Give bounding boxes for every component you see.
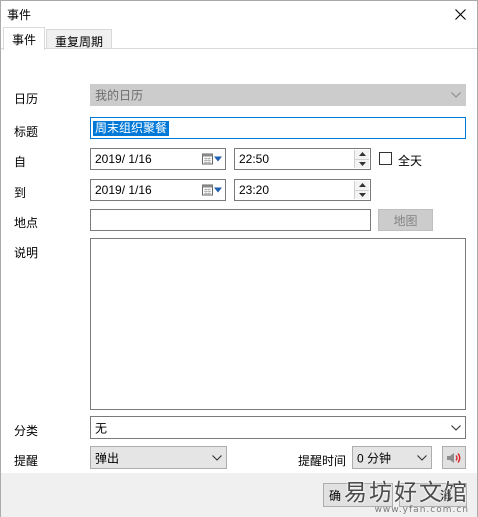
map-button-label: 地图 [393, 213, 418, 228]
from-label: 自 [14, 155, 27, 169]
title-bar: 事件 [1, 1, 477, 27]
all-day-label: 全天 [398, 154, 423, 168]
reminder-label: 提醒 [14, 454, 39, 468]
to-date-picker[interactable]: 2019/ 1/16 [90, 179, 226, 201]
category-value: 无 [95, 421, 108, 435]
to-time-up-button[interactable] [355, 181, 369, 190]
calendar-value: 我的日历 [95, 88, 144, 103]
tab-recurrence[interactable]: 重复周期 [46, 29, 113, 49]
calendar-icon [202, 153, 213, 165]
location-label: 地点 [14, 216, 39, 230]
from-time-stepper[interactable]: 22:50 [234, 148, 371, 170]
calendar-icon [202, 184, 213, 196]
title-value: 周末组织聚餐 [93, 121, 170, 136]
chevron-down-icon [451, 424, 461, 431]
arrow-up-icon [358, 183, 366, 188]
speaker-icon [447, 452, 461, 463]
chevron-down-icon [214, 156, 222, 162]
to-time-spin [354, 181, 369, 199]
to-time-down-button[interactable] [355, 189, 369, 199]
tab-event[interactable]: 事件 [3, 27, 46, 50]
title-label: 标题 [14, 125, 39, 139]
category-select[interactable]: 无 [90, 416, 466, 439]
chevron-down-icon [417, 454, 427, 461]
watermark: 易坊好文馆 www.yfan.com.cn [344, 473, 469, 515]
reminder-select[interactable]: 弹出 [90, 446, 227, 469]
sound-button[interactable] [442, 446, 466, 469]
to-time-stepper[interactable]: 23:20 [234, 179, 371, 201]
category-label: 分类 [14, 424, 39, 438]
from-date-dropdown[interactable] [202, 153, 222, 165]
reminder-time-select[interactable]: 0 分钟 [352, 446, 432, 469]
chevron-down-icon [214, 187, 222, 193]
event-dialog: 事件 事件 重复周期 日历 我的日历 标题 周末组织聚餐 自 2019/ 1/1… [0, 0, 478, 517]
chevron-down-icon [451, 92, 461, 98]
calendar-label: 日历 [14, 92, 39, 106]
map-button[interactable]: 地图 [378, 209, 433, 231]
event-panel: 日历 我的日历 标题 周末组织聚餐 自 2019/ 1/16 22:50 全天 … [1, 49, 477, 517]
tab-event-label: 事件 [12, 33, 37, 47]
from-time-up-button[interactable] [355, 150, 369, 159]
title-input[interactable]: 周末组织聚餐 [90, 117, 466, 139]
reminder-time-value: 0 分钟 [357, 451, 392, 465]
arrow-down-icon [358, 161, 366, 166]
to-time-value: 23:20 [239, 183, 270, 197]
from-time-value: 22:50 [239, 152, 270, 166]
chevron-down-icon [212, 454, 222, 461]
window-title: 事件 [7, 8, 32, 22]
watermark-text: 易坊好文馆 [344, 480, 469, 506]
reminder-time-label: 提醒时间 [298, 454, 347, 468]
from-time-down-button[interactable] [355, 158, 369, 168]
description-label: 说明 [14, 246, 39, 260]
to-label: 到 [14, 186, 27, 200]
close-icon [454, 8, 466, 20]
tab-recurrence-label: 重复周期 [55, 35, 104, 49]
arrow-down-icon [358, 192, 366, 197]
location-input[interactable] [90, 209, 371, 231]
from-date-picker[interactable]: 2019/ 1/16 [90, 148, 226, 170]
from-time-spin [354, 150, 369, 168]
reminder-value: 弹出 [95, 451, 120, 465]
arrow-up-icon [358, 152, 366, 157]
close-button[interactable] [443, 1, 477, 27]
to-date-dropdown[interactable] [202, 184, 222, 196]
description-textarea[interactable] [90, 238, 466, 410]
tab-strip: 事件 重复周期 [1, 27, 477, 50]
to-date-value: 2019/ 1/16 [95, 183, 152, 197]
ok-button-label: 确 [329, 488, 342, 503]
all-day-checkbox[interactable] [379, 152, 392, 165]
from-date-value: 2019/ 1/16 [95, 152, 152, 166]
calendar-select[interactable]: 我的日历 [90, 84, 466, 106]
